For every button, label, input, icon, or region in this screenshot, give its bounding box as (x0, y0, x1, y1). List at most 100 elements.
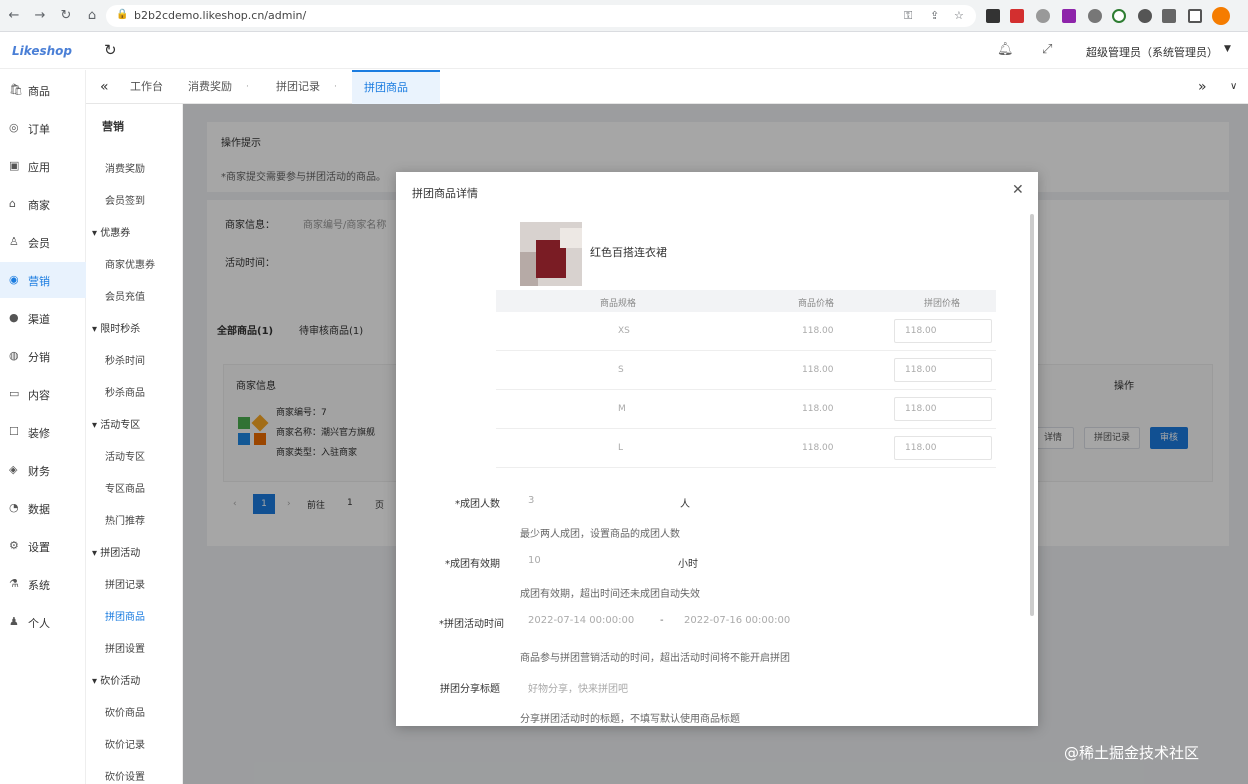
group-goods-detail-dialog: 拼团商品详情 ✕ 红色百搭连衣裙 商品规格 商品价格 拼团价格 XS 118.0… (396, 172, 1038, 726)
nav-item-goods[interactable]: 🛍︎ 商品 (0, 72, 86, 108)
subnav-item[interactable]: 会员充值 (105, 288, 145, 303)
collapse-icon[interactable]: « (88, 70, 121, 104)
extension-icon[interactable] (986, 9, 1000, 23)
people-hint: 最少两人成团，设置商品的成团人数 (520, 529, 680, 540)
valid-label: *成团有效期 (445, 559, 500, 570)
tab-consume-reward[interactable]: 消费奖励 (176, 70, 244, 104)
nav-item-decorate[interactable]: ☐ 装修 (0, 414, 86, 450)
subnav-group[interactable]: ▾ 限时秒杀 (92, 320, 140, 335)
subnav-item[interactable]: 拼团记录 (105, 576, 145, 591)
address-bar[interactable]: 🔒 b2b2cdemo.likeshop.cn/admin/ ⚿ ⇪ ☆ (106, 5, 976, 27)
finance-icon: ◈ (9, 463, 18, 476)
subnav-item[interactable]: 热门推荐 (105, 512, 145, 527)
user-name[interactable]: 超级管理员（系统管理员） (1086, 44, 1218, 60)
reload-icon[interactable]: ↻ (58, 8, 74, 24)
tabs-more-icon[interactable]: » (1186, 70, 1219, 104)
sub-sidebar: 营销 消费奖励 会员签到 ▾ 优惠券 商家优惠券 会员充值 ▾ 限时秒杀 秒杀时… (86, 104, 183, 784)
subnav-item[interactable]: 砍价记录 (105, 736, 145, 751)
nav-item-system[interactable]: ⚗︎ 系统 (0, 566, 86, 602)
refresh-icon[interactable]: ↻ (104, 41, 117, 59)
forward-icon[interactable]: → (32, 8, 48, 24)
tab-group-goods[interactable]: 拼团商品 (352, 70, 440, 104)
subnav-item[interactable]: 专区商品 (105, 480, 145, 495)
extension-icon[interactable] (1138, 9, 1152, 23)
share-title-input[interactable]: 好物分享，快来拼团吧 (528, 680, 628, 695)
subnav-item[interactable]: 秒杀商品 (105, 384, 145, 399)
caret-down-icon: ▾ (92, 548, 101, 559)
sku-header-group: 拼团价格 (924, 299, 961, 309)
subnav-item[interactable]: 商家优惠券 (105, 256, 155, 271)
product-image (520, 222, 582, 286)
marketing-icon: ◉ (9, 273, 19, 286)
subnav-item-active[interactable]: 拼团商品 (105, 608, 145, 623)
window-icon[interactable] (1188, 9, 1202, 23)
group-price-input[interactable]: 118.00 (894, 358, 992, 382)
extension-icon[interactable] (1062, 9, 1076, 23)
sku-price: 118.00 (802, 443, 834, 453)
nav-item-order[interactable]: ◎ 订单 (0, 110, 86, 146)
sku-spec: M (618, 404, 626, 414)
extension-icon[interactable] (1088, 9, 1102, 23)
valid-input[interactable]: 10 (528, 555, 541, 566)
subnav-item[interactable]: 砍价商品 (105, 704, 145, 719)
app-header: Likeshop ↻ 🔔︎ ⤢ 超级管理员（系统管理员） ▼ (0, 33, 1248, 69)
tabs-dropdown-icon[interactable]: ∨ (1218, 70, 1248, 104)
subnav-group[interactable]: ▾ 拼团活动 (92, 544, 140, 559)
time-label: *拼团活动时间 (439, 619, 504, 630)
star-icon[interactable]: ☆ (954, 9, 964, 22)
people-input[interactable]: 3 (528, 495, 534, 506)
data-icon: ◔ (9, 501, 19, 514)
subnav-item[interactable]: 消费奖励 (105, 160, 145, 175)
subnav-item[interactable]: 秒杀时间 (105, 352, 145, 367)
extension-icon[interactable] (1010, 9, 1024, 23)
back-icon[interactable]: ← (6, 8, 22, 24)
tab-workbench[interactable]: 工作台 (118, 70, 175, 104)
user-icon: ♙ (9, 235, 19, 248)
caret-down-icon[interactable]: ▼ (1224, 44, 1231, 54)
subnav-group[interactable]: ▾ 砍价活动 (92, 672, 140, 687)
tab-close-icon[interactable]: · (334, 82, 337, 92)
nav-item-distribution[interactable]: ◍ 分销 (0, 338, 86, 374)
nav-item-settings[interactable]: ⚙︎ 设置 (0, 528, 86, 564)
app-logo: Likeshop (12, 44, 72, 58)
nav-item-data[interactable]: ◔ 数据 (0, 490, 86, 526)
puzzle-icon[interactable] (1162, 9, 1176, 23)
nav-item-marketing[interactable]: ◉ 营销 (0, 262, 86, 298)
nav-item-content[interactable]: ▭ 内容 (0, 376, 86, 412)
subnav-group[interactable]: ▾ 优惠券 (92, 224, 130, 239)
subnav-item[interactable]: 拼团设置 (105, 640, 145, 655)
nav-item-app[interactable]: ▣ 应用 (0, 148, 86, 184)
key-icon[interactable]: ⚿ (904, 9, 912, 23)
nav-item-member[interactable]: ♙ 会员 (0, 224, 86, 260)
nav-item-finance[interactable]: ◈ 财务 (0, 452, 86, 488)
sku-table-header: 商品规格 商品价格 拼团价格 (496, 290, 996, 312)
subnav-group[interactable]: ▾ 活动专区 (92, 416, 140, 431)
subnav-item[interactable]: 活动专区 (105, 448, 145, 463)
subnav-item[interactable]: 砍价设置 (105, 768, 145, 783)
lock-icon: 🔒 (116, 9, 129, 20)
home-icon[interactable]: ⌂ (84, 8, 100, 24)
share-icon[interactable]: ⇪ (930, 9, 939, 22)
extension-icon[interactable] (1112, 9, 1126, 23)
nav-item-channel[interactable]: ● 渠道 (0, 300, 86, 336)
extension-icon[interactable] (1036, 9, 1050, 23)
group-price-input[interactable]: 118.00 (894, 436, 992, 460)
time-end-input[interactable]: 2022-07-16 00:00:00 (684, 615, 790, 626)
bell-icon[interactable]: 🔔︎ (997, 42, 1014, 57)
close-icon[interactable]: ✕ (1012, 182, 1024, 198)
tab-close-icon[interactable]: · (246, 82, 249, 92)
fullscreen-icon[interactable]: ⤢ (1042, 42, 1052, 57)
profile-avatar[interactable] (1212, 7, 1230, 25)
dialog-scrollbar[interactable] (1030, 214, 1034, 616)
tab-group-record[interactable]: 拼团记录 (264, 70, 332, 104)
subnav-item[interactable]: 会员签到 (105, 192, 145, 207)
group-price-input[interactable]: 118.00 (894, 397, 992, 421)
system-icon: ⚗︎ (9, 577, 19, 590)
nav-item-personal[interactable]: ♟︎ 个人 (0, 604, 86, 640)
people-label: *成团人数 (455, 499, 500, 510)
group-price-input[interactable]: 118.00 (894, 319, 992, 343)
tab-bar: « 工作台 消费奖励 · 拼团记录 · 拼团商品 » ∨ (86, 70, 1248, 104)
nav-item-shop[interactable]: ⌂ 商家 (0, 186, 86, 222)
time-start-input[interactable]: 2022-07-14 00:00:00 (528, 615, 634, 626)
table-row: M 118.00 118.00 (496, 390, 996, 429)
